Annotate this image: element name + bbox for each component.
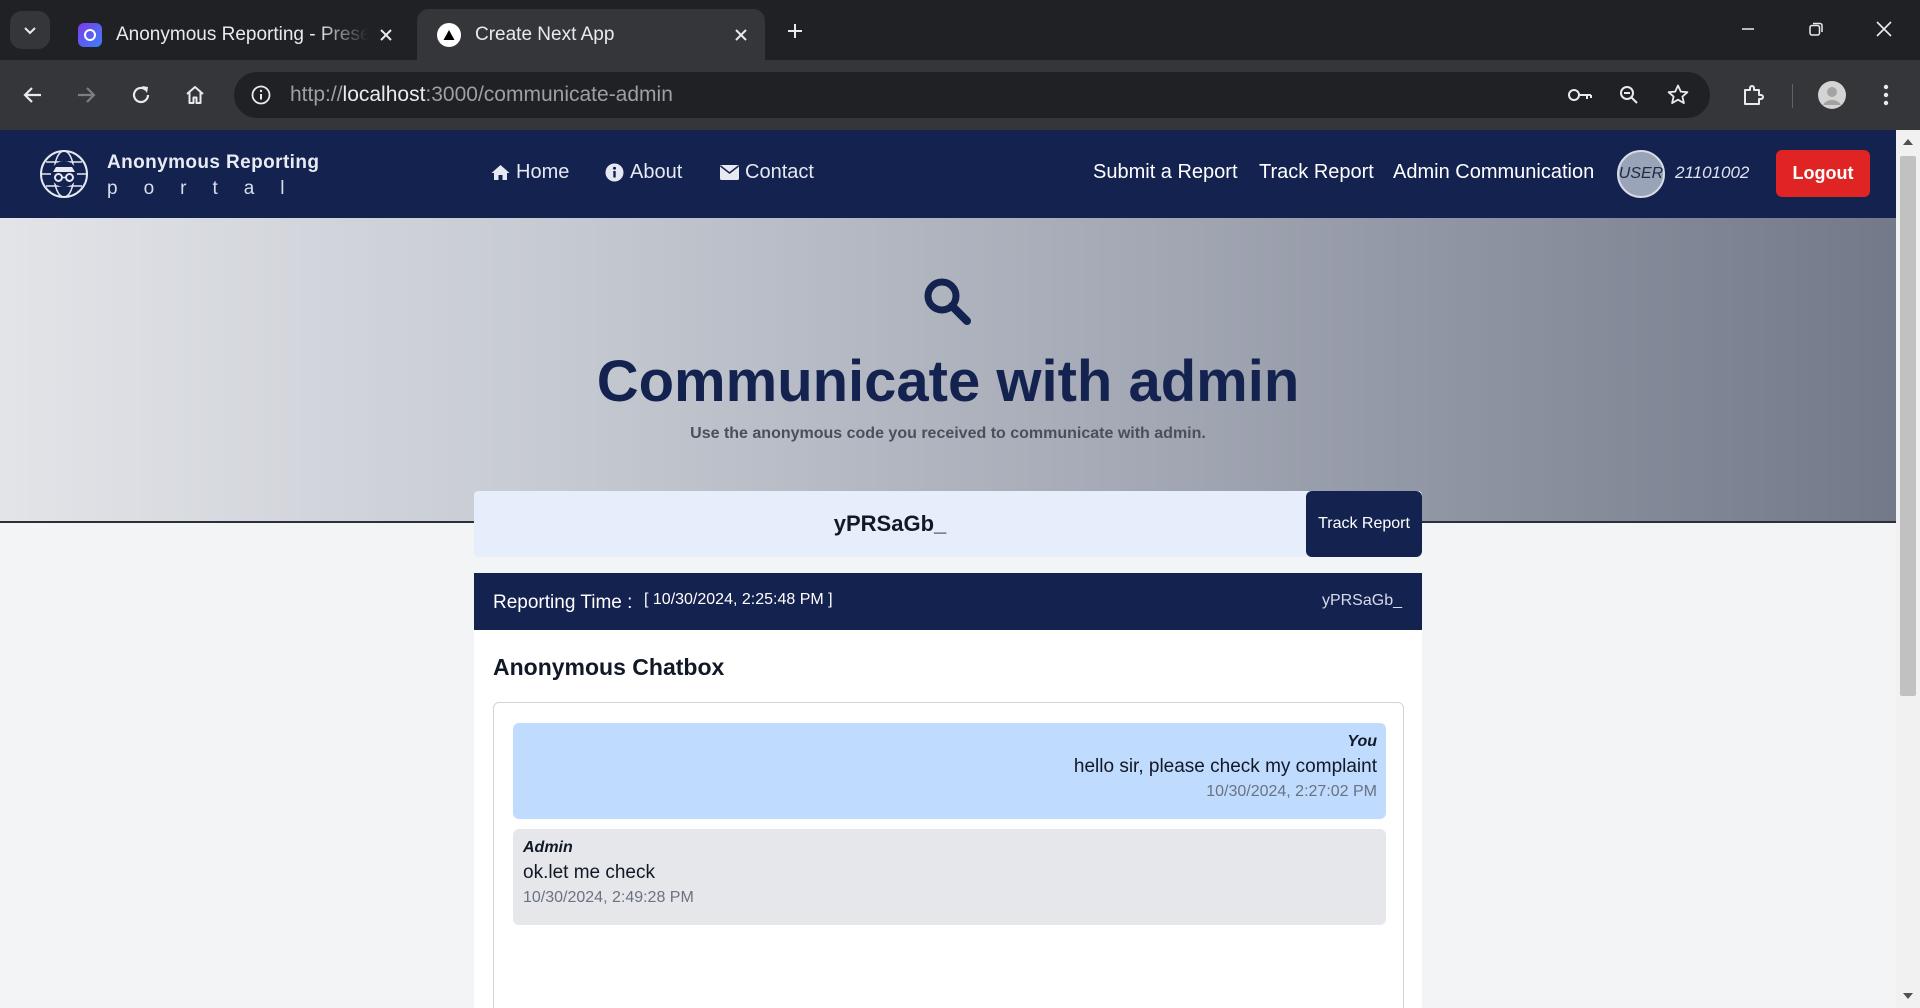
nav-home-link[interactable]: Home <box>491 161 569 184</box>
home-button[interactable] <box>174 74 216 116</box>
close-icon <box>1876 21 1892 37</box>
home-icon <box>491 165 510 180</box>
report-code: yPRSaGb_ <box>1321 592 1402 609</box>
browser-tab-strip: Anonymous Reporting - Presentation Creat… <box>0 0 1920 60</box>
message-timestamp: 10/30/2024, 2:27:02 PM <box>1206 783 1377 800</box>
nav-contact-link[interactable]: Contact <box>720 161 814 184</box>
nav-about-label: About <box>630 161 683 183</box>
site-navbar: Anonymous Reporting portal Home About Co… <box>0 130 1896 218</box>
close-icon[interactable] <box>723 17 759 53</box>
kebab-menu-icon <box>1883 84 1889 106</box>
tab-create-next-app[interactable]: Create Next App <box>417 9 765 60</box>
new-tab-button[interactable] <box>776 12 814 50</box>
chatbox-title: Anonymous Chatbox <box>493 654 725 680</box>
minimize-icon <box>1742 28 1754 30</box>
forward-button[interactable] <box>65 74 107 116</box>
bookmark-star-icon[interactable] <box>1662 79 1694 111</box>
message-sender: Admin <box>523 839 573 856</box>
track-report-button[interactable]: Track Report <box>1306 491 1422 557</box>
report-card: Reporting Time : [ 10/30/2024, 2:25:48 P… <box>474 573 1422 1008</box>
address-bar[interactable]: http://localhost:3000/communicate-admin <box>234 72 1710 118</box>
site-info-icon[interactable] <box>244 78 278 112</box>
minimize-button[interactable] <box>1714 0 1782 58</box>
scrollbar-thumb[interactable] <box>1900 156 1916 696</box>
hero-banner: Communicate with admin Use the anonymous… <box>0 218 1896 523</box>
envelope-icon <box>720 165 739 180</box>
info-circle-icon <box>605 163 624 182</box>
restore-icon <box>1809 22 1823 36</box>
password-key-icon[interactable] <box>1564 79 1596 111</box>
chat-message-you: You hello sir, please check my complaint… <box>513 723 1386 819</box>
browser-toolbar: http://localhost:3000/communicate-admin <box>0 60 1920 130</box>
zoom-icon[interactable] <box>1613 79 1645 111</box>
puzzle-icon <box>1744 85 1764 105</box>
brand-subtitle: portal <box>107 178 311 199</box>
close-icon[interactable] <box>368 17 404 53</box>
nav-track-report-link[interactable]: Track Report <box>1259 161 1374 184</box>
tab-title: Anonymous Reporting - Presentation <box>116 23 368 45</box>
logout-button[interactable]: Logout <box>1776 150 1870 197</box>
report-card-header: Reporting Time : [ 10/30/2024, 2:25:48 P… <box>474 573 1422 630</box>
brand-title[interactable]: Anonymous Reporting <box>107 152 319 174</box>
url-text[interactable]: http://localhost:3000/communicate-admin <box>290 83 673 107</box>
search-icon <box>924 278 971 325</box>
home-icon <box>186 86 204 104</box>
browser-menu-button[interactable] <box>1865 74 1907 116</box>
message-timestamp: 10/30/2024, 2:49:28 PM <box>523 889 694 906</box>
reload-icon <box>132 86 150 104</box>
page-viewport: Anonymous Reporting portal Home About Co… <box>0 130 1896 1008</box>
arrow-left-icon <box>23 87 41 103</box>
reload-button[interactable] <box>120 74 162 116</box>
tab-anonymous-reporting[interactable]: Anonymous Reporting - Presentation <box>58 9 410 60</box>
reporting-time-label: Reporting Time : <box>493 592 633 613</box>
nav-submit-report-link[interactable]: Submit a Report <box>1093 161 1238 184</box>
page-subtitle: Use the anonymous code you received to c… <box>690 425 1206 442</box>
slides-favicon-icon <box>78 22 102 47</box>
message-text: ok.let me check <box>523 862 655 883</box>
page-title: Communicate with admin <box>596 349 1300 414</box>
nav-about-link[interactable]: About <box>605 161 682 184</box>
nav-admin-communication-link[interactable]: Admin Communication <box>1393 161 1594 184</box>
plus-icon <box>788 24 802 38</box>
profile-avatar[interactable] <box>1811 74 1853 116</box>
extensions-button[interactable] <box>1732 74 1774 116</box>
message-text: hello sir, please check my complaint <box>1073 756 1377 777</box>
scroll-up-arrow-icon[interactable] <box>1896 132 1920 152</box>
tab-search-button[interactable] <box>10 11 50 49</box>
chevron-down-icon <box>24 27 36 35</box>
restore-button[interactable] <box>1782 0 1850 58</box>
profile-icon <box>1818 81 1846 109</box>
tab-title: Create Next App <box>475 23 615 45</box>
nav-home-label: Home <box>516 161 570 183</box>
back-button[interactable] <box>12 74 54 116</box>
close-window-button[interactable] <box>1850 0 1918 58</box>
toolbar-divider <box>1792 84 1793 108</box>
nextjs-favicon-icon <box>437 22 461 47</box>
page-scrollbar[interactable] <box>1896 130 1920 1008</box>
scroll-down-arrow-icon[interactable] <box>1896 986 1920 1006</box>
anonymous-code-input[interactable]: yPRSaGb_ <box>474 491 1306 557</box>
incognito-globe-logo-icon[interactable] <box>38 148 90 200</box>
tracking-code-bar: yPRSaGb_ Track Report <box>474 491 1422 557</box>
chat-message-admin: Admin ok.let me check 10/30/2024, 2:49:2… <box>513 829 1386 925</box>
user-avatar[interactable]: USER <box>1617 150 1665 198</box>
reporting-time-value: [ 10/30/2024, 2:25:48 PM ] <box>644 591 833 608</box>
nav-contact-label: Contact <box>745 161 814 183</box>
arrow-right-icon <box>78 87 96 103</box>
chat-messages-panel[interactable]: You hello sir, please check my complaint… <box>493 702 1404 1008</box>
user-id: 21101002 <box>1675 163 1750 182</box>
message-sender: You <box>1347 733 1377 750</box>
